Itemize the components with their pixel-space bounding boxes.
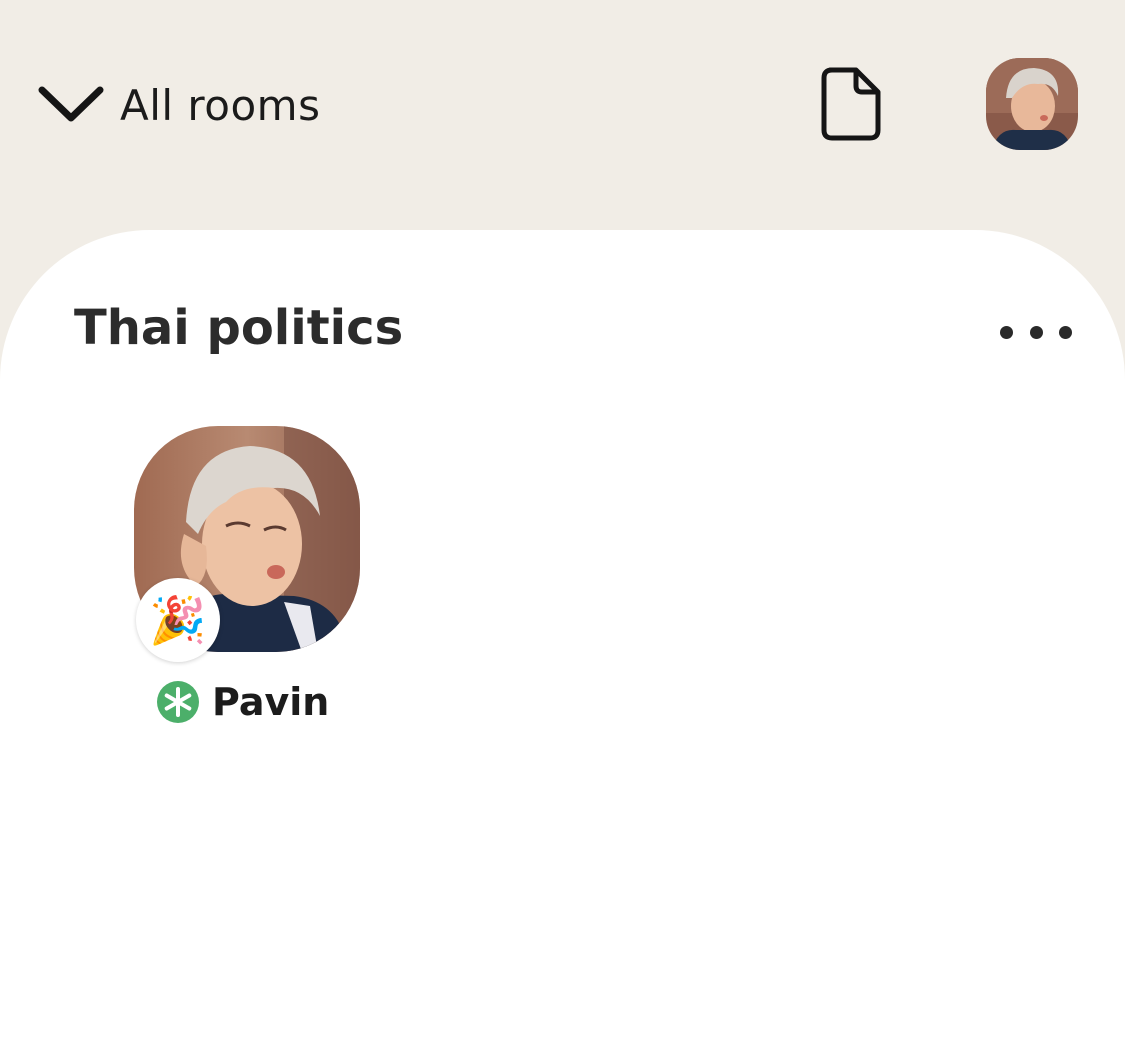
chevron-down-icon bbox=[38, 86, 104, 122]
more-dot bbox=[1029, 325, 1043, 339]
all-rooms-label: All rooms bbox=[120, 80, 321, 130]
document-button[interactable] bbox=[820, 66, 882, 142]
party-popper-badge: 🎉 bbox=[136, 578, 220, 662]
more-dot bbox=[1000, 325, 1013, 339]
room-card: Thai politics 🎉 Pavin bbox=[0, 230, 1125, 1041]
speaker-name-row: Pavin bbox=[156, 680, 329, 724]
top-bar: All rooms bbox=[0, 0, 1125, 230]
room-title: Thai politics bbox=[74, 300, 404, 356]
profile-avatar[interactable] bbox=[986, 58, 1078, 150]
document-icon bbox=[821, 67, 881, 141]
moderator-asterisk-icon bbox=[157, 681, 199, 723]
speaker-name: Pavin bbox=[212, 680, 330, 724]
profile-photo bbox=[986, 58, 1078, 150]
all-rooms-button[interactable]: All rooms bbox=[36, 70, 320, 140]
party-popper-icon: 🎉 bbox=[149, 593, 207, 647]
more-dot bbox=[1059, 325, 1072, 339]
more-options-button[interactable] bbox=[1000, 318, 1072, 346]
